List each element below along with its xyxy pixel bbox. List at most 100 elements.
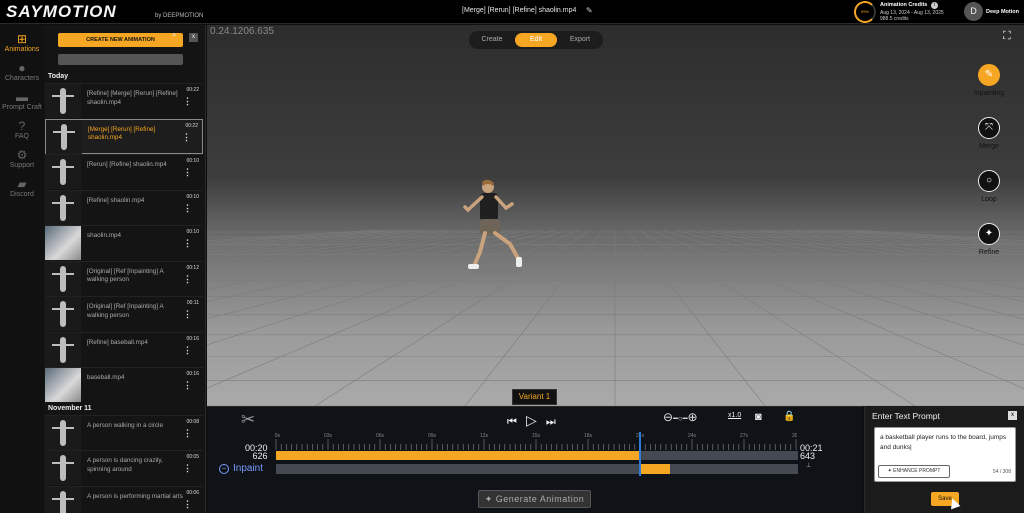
timeline-ruler[interactable]: 00s03s06s09s12s15s18s21s24s27s30s — [275, 430, 797, 450]
nav-label: Discord — [10, 191, 34, 198]
more-options-icon[interactable]: ⋮ — [183, 167, 192, 178]
animation-duration: 00:10 — [186, 229, 199, 235]
lock-icon[interactable]: 🔒 — [783, 411, 795, 422]
ruler-label: 00s — [275, 433, 281, 439]
more-options-icon[interactable]: ⋮ — [183, 499, 192, 510]
camera-icon[interactable]: ◙ — [755, 411, 762, 423]
animation-title: baseball.mp4 — [87, 374, 125, 381]
generate-animation-button[interactable]: ✦ Generate Animation — [478, 490, 591, 508]
ruler-label: 12s — [480, 433, 489, 439]
variant-label[interactable]: Variant 1 — [512, 389, 557, 405]
group-label: Today — [48, 73, 69, 80]
main-track-fill[interactable] — [276, 451, 642, 460]
nav-item-support[interactable]: ⚙ Support — [0, 148, 44, 169]
grid-line — [746, 229, 1024, 263]
credits-title: Animation Credits — [880, 2, 928, 8]
ruler-label: 03s — [324, 433, 333, 439]
prompt-text[interactable]: a basketball player runs to the board, j… — [880, 433, 1012, 453]
info-icon[interactable]: i — [931, 2, 938, 9]
collapse-inpaint-icon[interactable]: − — [219, 464, 229, 474]
scissors-icon[interactable]: ✂ — [241, 410, 255, 430]
ruler-label: 24s — [688, 433, 697, 439]
fit-range-icon[interactable]: ⊥ — [806, 462, 811, 469]
nav-item-prompt-craft[interactable]: ▬ Prompt Craft — [0, 90, 44, 111]
animation-list-item[interactable]: A person is performing martial arts 00:06… — [45, 485, 203, 513]
animation-list-item[interactable]: [Refine] baseball.mp4 00:16 ⋮ — [45, 331, 203, 367]
nav-item-characters[interactable]: ● Characters — [0, 61, 44, 82]
create-new-animation-button[interactable]: CREATE NEW ANIMATION — [58, 33, 183, 47]
nav-item-animations[interactable]: ⊞ Animations — [0, 32, 44, 53]
animation-title: A person is performing martial arts — [87, 492, 183, 500]
prompt-textarea[interactable]: a basketball player runs to the board, j… — [874, 427, 1016, 482]
credits-progress-ring: 99% — [854, 1, 876, 23]
tool-loop[interactable]: ○ Loop — [967, 170, 1011, 203]
animation-duration: 00:08 — [186, 418, 199, 425]
playback-speed[interactable]: x1.0 — [728, 412, 741, 419]
more-options-icon[interactable]: ⋮ — [183, 345, 192, 356]
animation-list-item[interactable]: [Refine] shaolin.mp4 00:10 ⋮ — [45, 189, 203, 225]
inpaint-track[interactable] — [276, 464, 798, 474]
tool-refine[interactable]: ✦ Refine — [967, 223, 1011, 256]
tpose-figure — [52, 159, 74, 185]
animation-list-item[interactable]: baseball.mp4 00:16 ⋮ — [45, 367, 203, 402]
animation-list-item[interactable]: [Original] [Ref [Inpainting] A walking p… — [45, 260, 203, 296]
panel-close-button[interactable]: x — [189, 33, 198, 42]
animation-duration: 00:11 — [186, 300, 199, 306]
more-options-icon[interactable]: ⋮ — [183, 96, 192, 107]
more-options-icon[interactable]: ⋮ — [183, 203, 192, 214]
credits-remaining: 988.5 credits — [880, 16, 909, 22]
nav-item-discord[interactable]: ▰ Discord — [0, 177, 44, 198]
tab-export[interactable]: Export — [559, 33, 601, 47]
animation-list-item[interactable]: A person walking in a circle 00:08 ⋮ — [45, 414, 203, 450]
more-options-icon[interactable]: ⋮ — [183, 274, 192, 285]
animation-thumbnail — [45, 486, 81, 513]
search-icon[interactable]: ⌕ — [172, 30, 176, 40]
more-options-icon[interactable]: ⋮ — [182, 132, 191, 143]
ruler-label: 06s — [376, 433, 385, 439]
nav-label: FAQ — [14, 133, 29, 140]
enhance-prompt-button[interactable]: ✦ ENHANCE PROMPT — [878, 465, 950, 478]
inpaint-region[interactable] — [638, 464, 671, 474]
zoom-out-icon[interactable]: ⊖ — [663, 410, 673, 424]
username[interactable]: Deep Motion — [986, 9, 1019, 15]
loop-icon: ○ — [978, 170, 1000, 192]
timeline-panel: Variant 1 ✂ ⏮ ▷ ⏭ ⊖━○━⊕ x1.0 ◙ 🔒 00:20 62… — [207, 389, 863, 513]
main-track[interactable] — [276, 451, 798, 460]
tool-merge[interactable]: ⤧ Merge — [967, 117, 1011, 150]
tab-edit[interactable]: Edit — [515, 33, 557, 47]
playhead[interactable] — [638, 432, 641, 476]
animation-list-item[interactable]: [Rerun] [Refine] shaolin.mp4 00:10 ⋮ — [45, 154, 203, 189]
animation-list-item[interactable]: shaolin.mp4 00:10 ⋮ — [45, 225, 203, 260]
tool-inpainting[interactable]: ✎ Inpainting — [967, 64, 1011, 97]
tab-create[interactable]: Create — [471, 33, 513, 47]
animation-thumbnail — [45, 261, 81, 296]
animation-list-item[interactable]: [Original] [Ref [Inpainting] A walking p… — [45, 296, 203, 331]
animation-duration: 00:12 — [186, 264, 199, 271]
animation-list-item[interactable]: [Refine] [Merge] [Rerun] [Refine] shaoli… — [45, 83, 203, 118]
more-options-icon[interactable]: ⋮ — [183, 428, 192, 439]
animation-list-item[interactable]: A person is dancing crazily, spinning ar… — [45, 450, 203, 485]
3d-viewport[interactable]: 0.24.1206.635 Create Edit Export ⛶ ✎ Inpain… — [207, 25, 1024, 406]
play-icon[interactable]: ▷ — [526, 412, 537, 428]
nav-item-faq[interactable]: ? FAQ — [0, 119, 44, 140]
zoom-in-icon[interactable]: ⊕ — [688, 410, 698, 424]
ruler-label: 09s — [428, 433, 437, 439]
more-options-icon[interactable]: ⋮ — [183, 309, 192, 320]
avatar[interactable]: D — [964, 2, 983, 21]
app-logo[interactable]: SAYMOTION — [6, 2, 117, 22]
search-input[interactable] — [58, 54, 183, 65]
zoom-slider[interactable]: ━○━ — [673, 414, 687, 423]
grid-line — [770, 229, 1024, 256]
more-options-icon[interactable]: ⋮ — [183, 380, 192, 391]
skip-back-icon[interactable]: ⏮ — [507, 416, 517, 428]
prompt-close-button[interactable]: x — [1008, 411, 1017, 420]
tool-label: Merge — [979, 143, 999, 150]
skip-forward-icon[interactable]: ⏭ — [546, 416, 556, 428]
animation-list-item[interactable]: [Merge] [Rerun] [Refine] shaolin.mp4 00:2… — [45, 118, 203, 154]
animations-panel: CREATE NEW ANIMATION x Today [Refine] [Me… — [44, 25, 206, 513]
more-options-icon[interactable]: ⋮ — [183, 463, 192, 474]
fullscreen-icon[interactable]: ⛶ — [1003, 30, 1011, 43]
pencil-icon[interactable]: ✎ — [586, 6, 593, 15]
more-options-icon[interactable]: ⋮ — [183, 238, 192, 249]
tpose-figure — [52, 194, 74, 221]
